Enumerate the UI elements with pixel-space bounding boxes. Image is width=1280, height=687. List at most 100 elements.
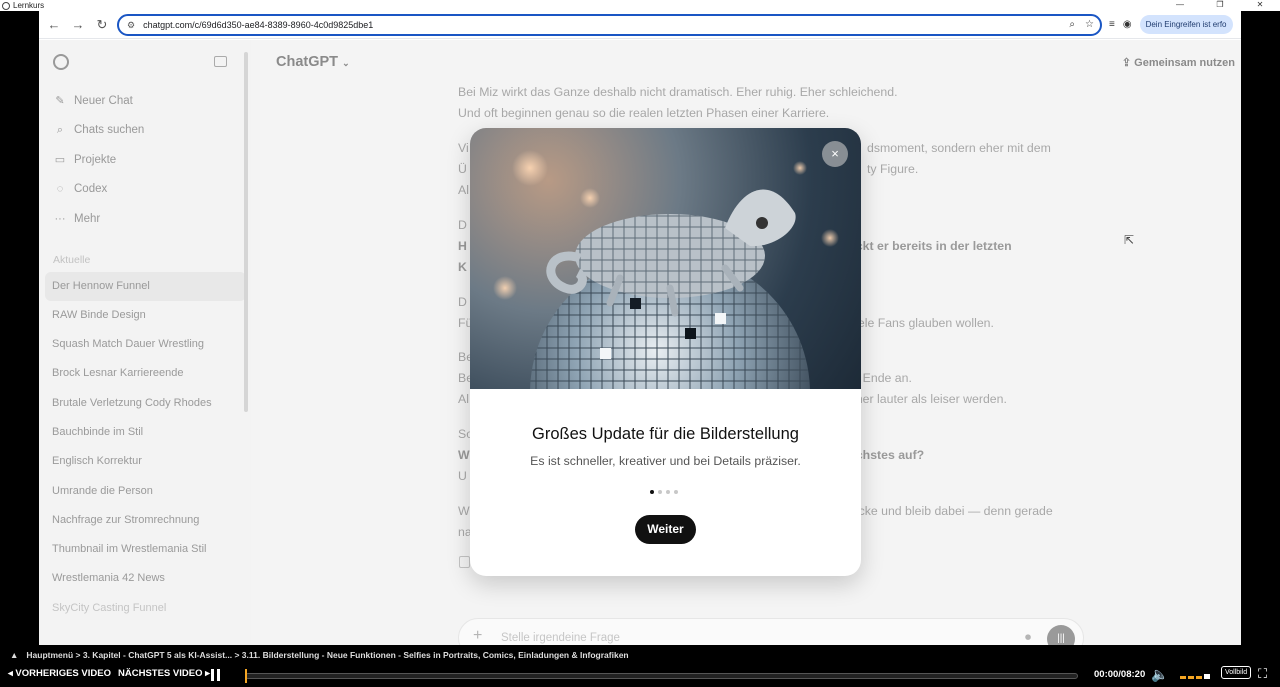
pagination-dot[interactable] xyxy=(666,490,670,494)
share-button[interactable]: ⇪ Gemeinsam nutzen xyxy=(1122,56,1235,69)
chat-header: ChatGPT ⌄ ⇪ Gemeinsam nutzen xyxy=(251,40,1241,84)
chat-item[interactable]: Thumbnail im Wrestlemania Stil xyxy=(39,535,251,564)
message-line: Bei Miz wirkt das Ganze deshalb nicht dr… xyxy=(458,85,898,99)
video-player-bar: ▲ Hauptmenü > 3. Kapitel - ChatGPT 5 als … xyxy=(0,645,1280,687)
window-title: Lernkurs xyxy=(13,1,45,10)
message-line: Und oft beginnen genau so die realen let… xyxy=(458,106,830,120)
message-input[interactable]: Stelle irgendeine Frage xyxy=(501,632,620,644)
pagination-dot[interactable] xyxy=(650,490,654,494)
chat-item[interactable]: SkyCity Casting Funnel xyxy=(39,594,251,623)
message-line: H xyxy=(458,239,467,253)
continue-button[interactable]: Weiter xyxy=(635,515,696,544)
reading-list-icon[interactable]: ≡ xyxy=(1109,19,1115,30)
pagination-dots xyxy=(650,490,678,494)
message-line: locke und bleib dabei — denn gerade xyxy=(849,504,1053,518)
volume-icon[interactable]: 🔈 xyxy=(1151,666,1168,683)
message-line: viele Fans glauben wollen. xyxy=(849,316,994,330)
sidebar-item-new-chat[interactable]: ✎ Neuer Chat xyxy=(39,86,251,116)
address-bar[interactable]: ⚙ chatgpt.com/c/69d6d350-ae84-8389-8960-… xyxy=(117,14,1102,36)
edit-icon: ✎ xyxy=(55,95,65,108)
profile-pill[interactable]: Dein Eingreifen ist erfo xyxy=(1139,15,1233,34)
left-letterbox xyxy=(0,11,39,645)
course-breadcrumb: ▲ Hauptmenü > 3. Kapitel - ChatGPT 5 als … xyxy=(10,650,629,660)
fullscreen-label[interactable]: Vollbild xyxy=(1221,666,1252,679)
close-window-icon[interactable]: ✕ xyxy=(1240,0,1280,9)
chat-item[interactable]: Englisch Korrektur xyxy=(39,447,251,476)
chat-item[interactable]: Squash Match Dauer Wrestling xyxy=(39,330,251,359)
chat-item[interactable]: Brutale Verletzung Cody Rhodes xyxy=(39,389,251,418)
progress-track[interactable] xyxy=(245,673,1078,679)
codex-icon: ◌ xyxy=(56,183,64,196)
sidebar-scrollbar[interactable] xyxy=(244,52,248,412)
chat-item[interactable]: Der Hennow Funnel xyxy=(45,271,246,301)
chat-item[interactable]: RAW Binde Design xyxy=(39,301,251,330)
reload-icon[interactable]: ↻ xyxy=(90,13,114,37)
pagination-dot[interactable] xyxy=(658,490,662,494)
modal-close-button[interactable]: × xyxy=(822,141,848,167)
modal-subtitle: Es ist schneller, kreativer und bei Deta… xyxy=(530,454,801,468)
menu-up-icon[interactable]: ▲ xyxy=(10,650,18,660)
window-titlebar: Lernkurs — ❐ ✕ xyxy=(0,0,1280,11)
bookmark-star-icon[interactable]: ☆ xyxy=(1085,19,1094,30)
chameleon-disco-ball-image xyxy=(493,150,839,389)
sidebar-item-label: Neuer Chat xyxy=(74,94,133,107)
search-icon: ⌕ xyxy=(56,123,64,136)
sidebar-item-label: Codex xyxy=(74,183,108,196)
url-text: chatgpt.com/c/69d6d350-ae84-8389-8960-4c… xyxy=(143,20,374,30)
volume-slider[interactable] xyxy=(1180,674,1210,679)
chat-item[interactable]: Brock Lesnar Karriereende xyxy=(39,359,251,388)
message-line: D xyxy=(458,218,467,232)
message-line: ty Figure. xyxy=(867,162,919,176)
modal-title: Großes Update für die Bilderstellung xyxy=(532,425,799,443)
minimize-icon[interactable]: — xyxy=(1160,0,1200,9)
message-line: K xyxy=(458,260,467,274)
plus-icon[interactable]: + xyxy=(473,627,482,645)
update-modal: × Großes Update für die Bilderstellung E… xyxy=(470,128,861,576)
pagination-dot[interactable] xyxy=(674,490,678,494)
browser-toolbar: ← → ↻ ⚙ chatgpt.com/c/69d6d350-ae84-8389… xyxy=(39,11,1241,39)
sidebar-item-more[interactable]: ··· Mehr xyxy=(39,204,251,234)
message-line: m Ende an. xyxy=(849,371,912,385)
sidebar-item-label: Mehr xyxy=(74,212,101,225)
pause-icon[interactable] xyxy=(207,667,223,683)
sidebar-item-codex[interactable]: ◌ Codex xyxy=(39,175,251,205)
more-icon: ··· xyxy=(54,212,66,225)
sidebar-section-label: Aktuelle xyxy=(53,253,91,266)
sidebar-item-search[interactable]: ⌕ Chats suchen xyxy=(39,116,251,146)
sidebar: ✎ Neuer Chat ⌕ Chats suchen ▭ Projekte ◌… xyxy=(39,40,251,645)
sidebar-item-label: Projekte xyxy=(74,153,117,166)
message-line: dsmoment, sondern eher mit dem xyxy=(867,141,1051,155)
chat-item[interactable]: Wrestlemania 42 News xyxy=(39,564,251,593)
model-selector[interactable]: ChatGPT ⌄ xyxy=(276,54,350,70)
model-label: ChatGPT xyxy=(276,54,339,70)
mic-icon[interactable]: ⏺ xyxy=(1025,630,1031,645)
progress-handle[interactable] xyxy=(245,669,247,683)
breadcrumb-text[interactable]: Hauptmenü > 3. Kapitel - ChatGPT 5 als K… xyxy=(26,650,628,660)
chat-item[interactable]: Bauchbinde im Stil xyxy=(39,418,251,447)
profile-icon[interactable]: ◉ xyxy=(1123,19,1132,30)
zoom-icon[interactable]: ⌕ xyxy=(1069,19,1075,30)
previous-video-button[interactable]: ◂ VORHERIGES VIDEO xyxy=(8,668,111,679)
next-video-button[interactable]: NÄCHSTES VIDEO ▸ xyxy=(118,668,210,679)
folder-icon: ▭ xyxy=(54,154,66,167)
app-icon xyxy=(2,1,10,10)
time-display: 00:00/08:20 xyxy=(1094,669,1146,680)
restore-icon[interactable]: ❐ xyxy=(1200,0,1240,9)
fullscreen-icon[interactable]: ⛶ xyxy=(1258,666,1267,682)
chat-item[interactable]: Nachfrage zur Stromrechnung xyxy=(39,506,251,535)
site-settings-icon[interactable]: ⚙ xyxy=(127,20,135,31)
mouse-cursor-icon: ⇱ xyxy=(1124,233,1135,247)
window-controls: — ❐ ✕ xyxy=(1160,0,1280,9)
chat-item[interactable]: Umrande die Person xyxy=(39,477,251,506)
forward-icon[interactable]: → xyxy=(66,13,90,37)
message-line: eckt er bereits in der letzten xyxy=(849,239,1012,253)
openai-logo-icon[interactable] xyxy=(53,54,69,70)
message-line: Vi xyxy=(458,141,469,155)
sidebar-toggle-icon[interactable] xyxy=(214,56,227,67)
sidebar-item-projects[interactable]: ▭ Projekte xyxy=(39,145,251,175)
copy-icon[interactable] xyxy=(459,556,470,568)
message-line: Al xyxy=(458,183,469,197)
sidebar-item-label: Chats suchen xyxy=(74,124,145,137)
right-letterbox xyxy=(1241,11,1280,645)
back-icon[interactable]: ← xyxy=(42,13,66,37)
